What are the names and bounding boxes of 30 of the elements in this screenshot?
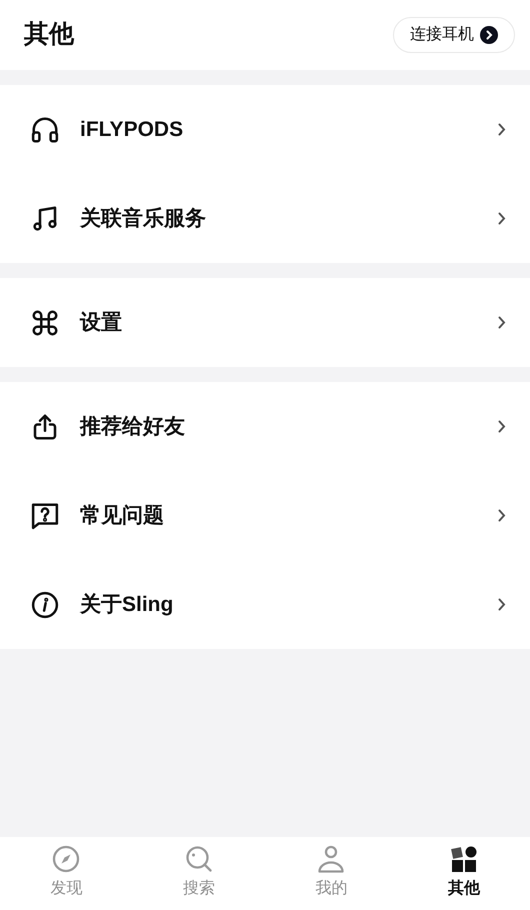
person-icon — [317, 845, 346, 873]
tab[interactable]: 其他 — [398, 845, 530, 901]
chevron-right-icon — [498, 316, 506, 329]
page-title: 其他 — [24, 19, 74, 50]
connect-headphones-button[interactable]: 连接耳机 — [393, 17, 515, 53]
chevron-right-icon — [498, 212, 506, 225]
menu-item-label: 设置 — [80, 310, 123, 336]
chevron-right-icon — [498, 123, 506, 136]
menu-item[interactable]: iFLYPODS — [0, 85, 530, 174]
menu-item-label: 关联音乐服务 — [80, 206, 207, 232]
search-icon — [184, 845, 213, 873]
headphones-icon — [30, 114, 60, 144]
chevron-right-icon — [498, 420, 506, 433]
menu-item[interactable]: 关联音乐服务 — [0, 174, 530, 263]
menu-item-label: 关于Sling — [80, 592, 174, 618]
menu-item-label: 常见问题 — [80, 502, 165, 529]
info-icon — [30, 590, 60, 620]
menu-item-label: 推荐给好友 — [80, 414, 186, 440]
menu-item[interactable]: 设置 — [0, 278, 530, 367]
chevron-right-icon — [498, 509, 506, 522]
menu-item-label: iFLYPODS — [80, 116, 184, 143]
chevron-circle-icon — [480, 26, 498, 44]
command-icon — [30, 308, 60, 338]
menu-item[interactable]: 关于Sling — [0, 560, 530, 649]
menu-item[interactable]: 常见问题 — [0, 471, 530, 560]
blocks-icon — [450, 845, 478, 873]
menu-item[interactable]: 推荐给好友 — [0, 382, 530, 471]
compass-icon — [52, 845, 80, 873]
chevron-right-icon — [498, 598, 506, 611]
question-bubble-icon — [30, 500, 60, 530]
